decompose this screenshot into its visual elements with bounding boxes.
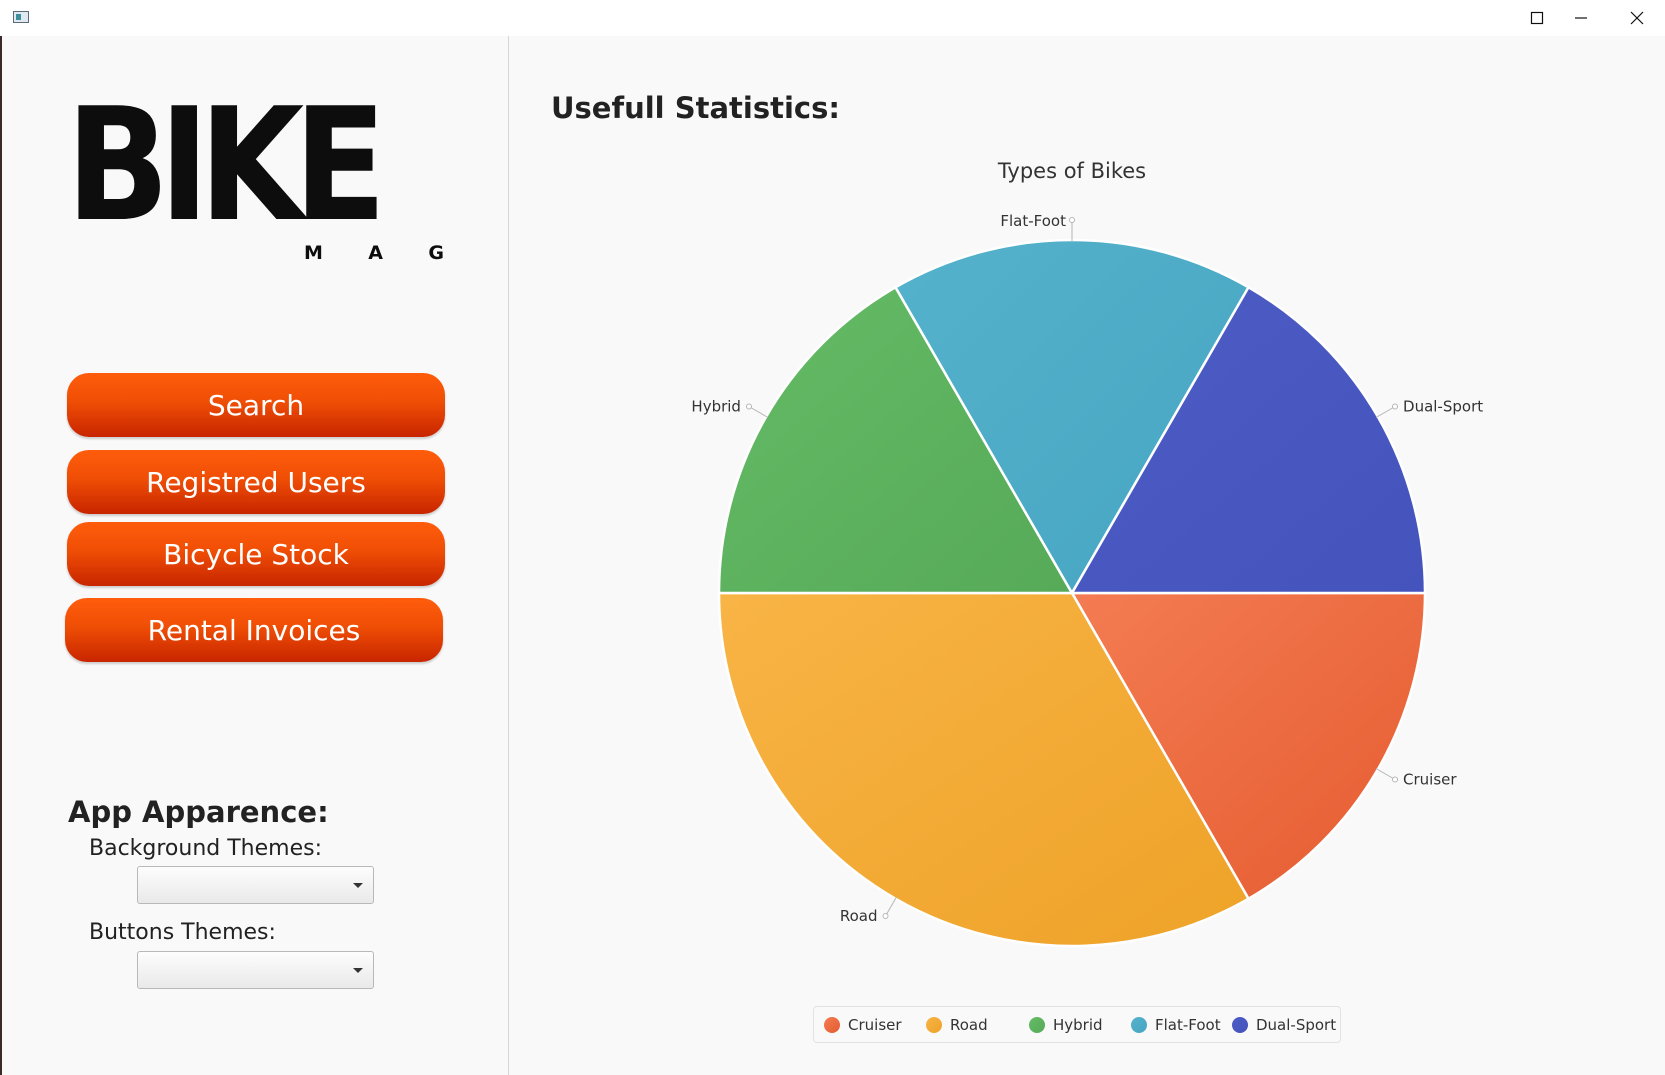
legend-item: Flat-Foot [1131, 1007, 1221, 1042]
legend-label: Cruiser [848, 1015, 902, 1034]
pie-label-dot [1392, 776, 1399, 783]
pie-label-line [1375, 768, 1396, 780]
pie-label-line [748, 406, 769, 418]
pie-label: Dual-Sport [1403, 398, 1483, 416]
chart-title: Types of Bikes [997, 159, 1146, 183]
legend-item: Cruiser [824, 1007, 902, 1042]
pie-label: Road [840, 907, 878, 925]
legend-swatch [824, 1016, 840, 1033]
legend-label: Road [950, 1015, 988, 1034]
legend-swatch [926, 1016, 942, 1033]
pie-label: Hybrid [691, 398, 741, 416]
legend-label: Flat-Foot [1155, 1015, 1221, 1034]
legend-item: Dual-Sport [1232, 1007, 1336, 1042]
legend-swatch [1232, 1016, 1248, 1033]
chart-legend: Cruiser Road Hybrid Flat-Foot Dual-Sport [813, 1006, 1341, 1043]
pie-label-line [885, 896, 897, 917]
legend-label: Dual-Sport [1256, 1015, 1337, 1034]
pie-label-dot [745, 403, 752, 410]
legend-swatch [1029, 1016, 1045, 1033]
legend-item: Road [926, 1007, 988, 1042]
pie-label-dot [1069, 217, 1075, 223]
types-of-bikes-pie-chart: Types of Bikes Cruiser Road Hybrid Flat-Foot… [691, 159, 1483, 948]
pie-label-dot [1392, 403, 1399, 410]
legend-item: Hybrid [1029, 1007, 1103, 1042]
pie-label-dot [882, 913, 889, 920]
legend-swatch [1131, 1016, 1147, 1033]
pie-label: Cruiser [1403, 771, 1457, 789]
pie-label: Flat-Foot [1000, 212, 1066, 230]
pie-label-line [1375, 406, 1396, 418]
legend-label: Hybrid [1053, 1015, 1103, 1034]
